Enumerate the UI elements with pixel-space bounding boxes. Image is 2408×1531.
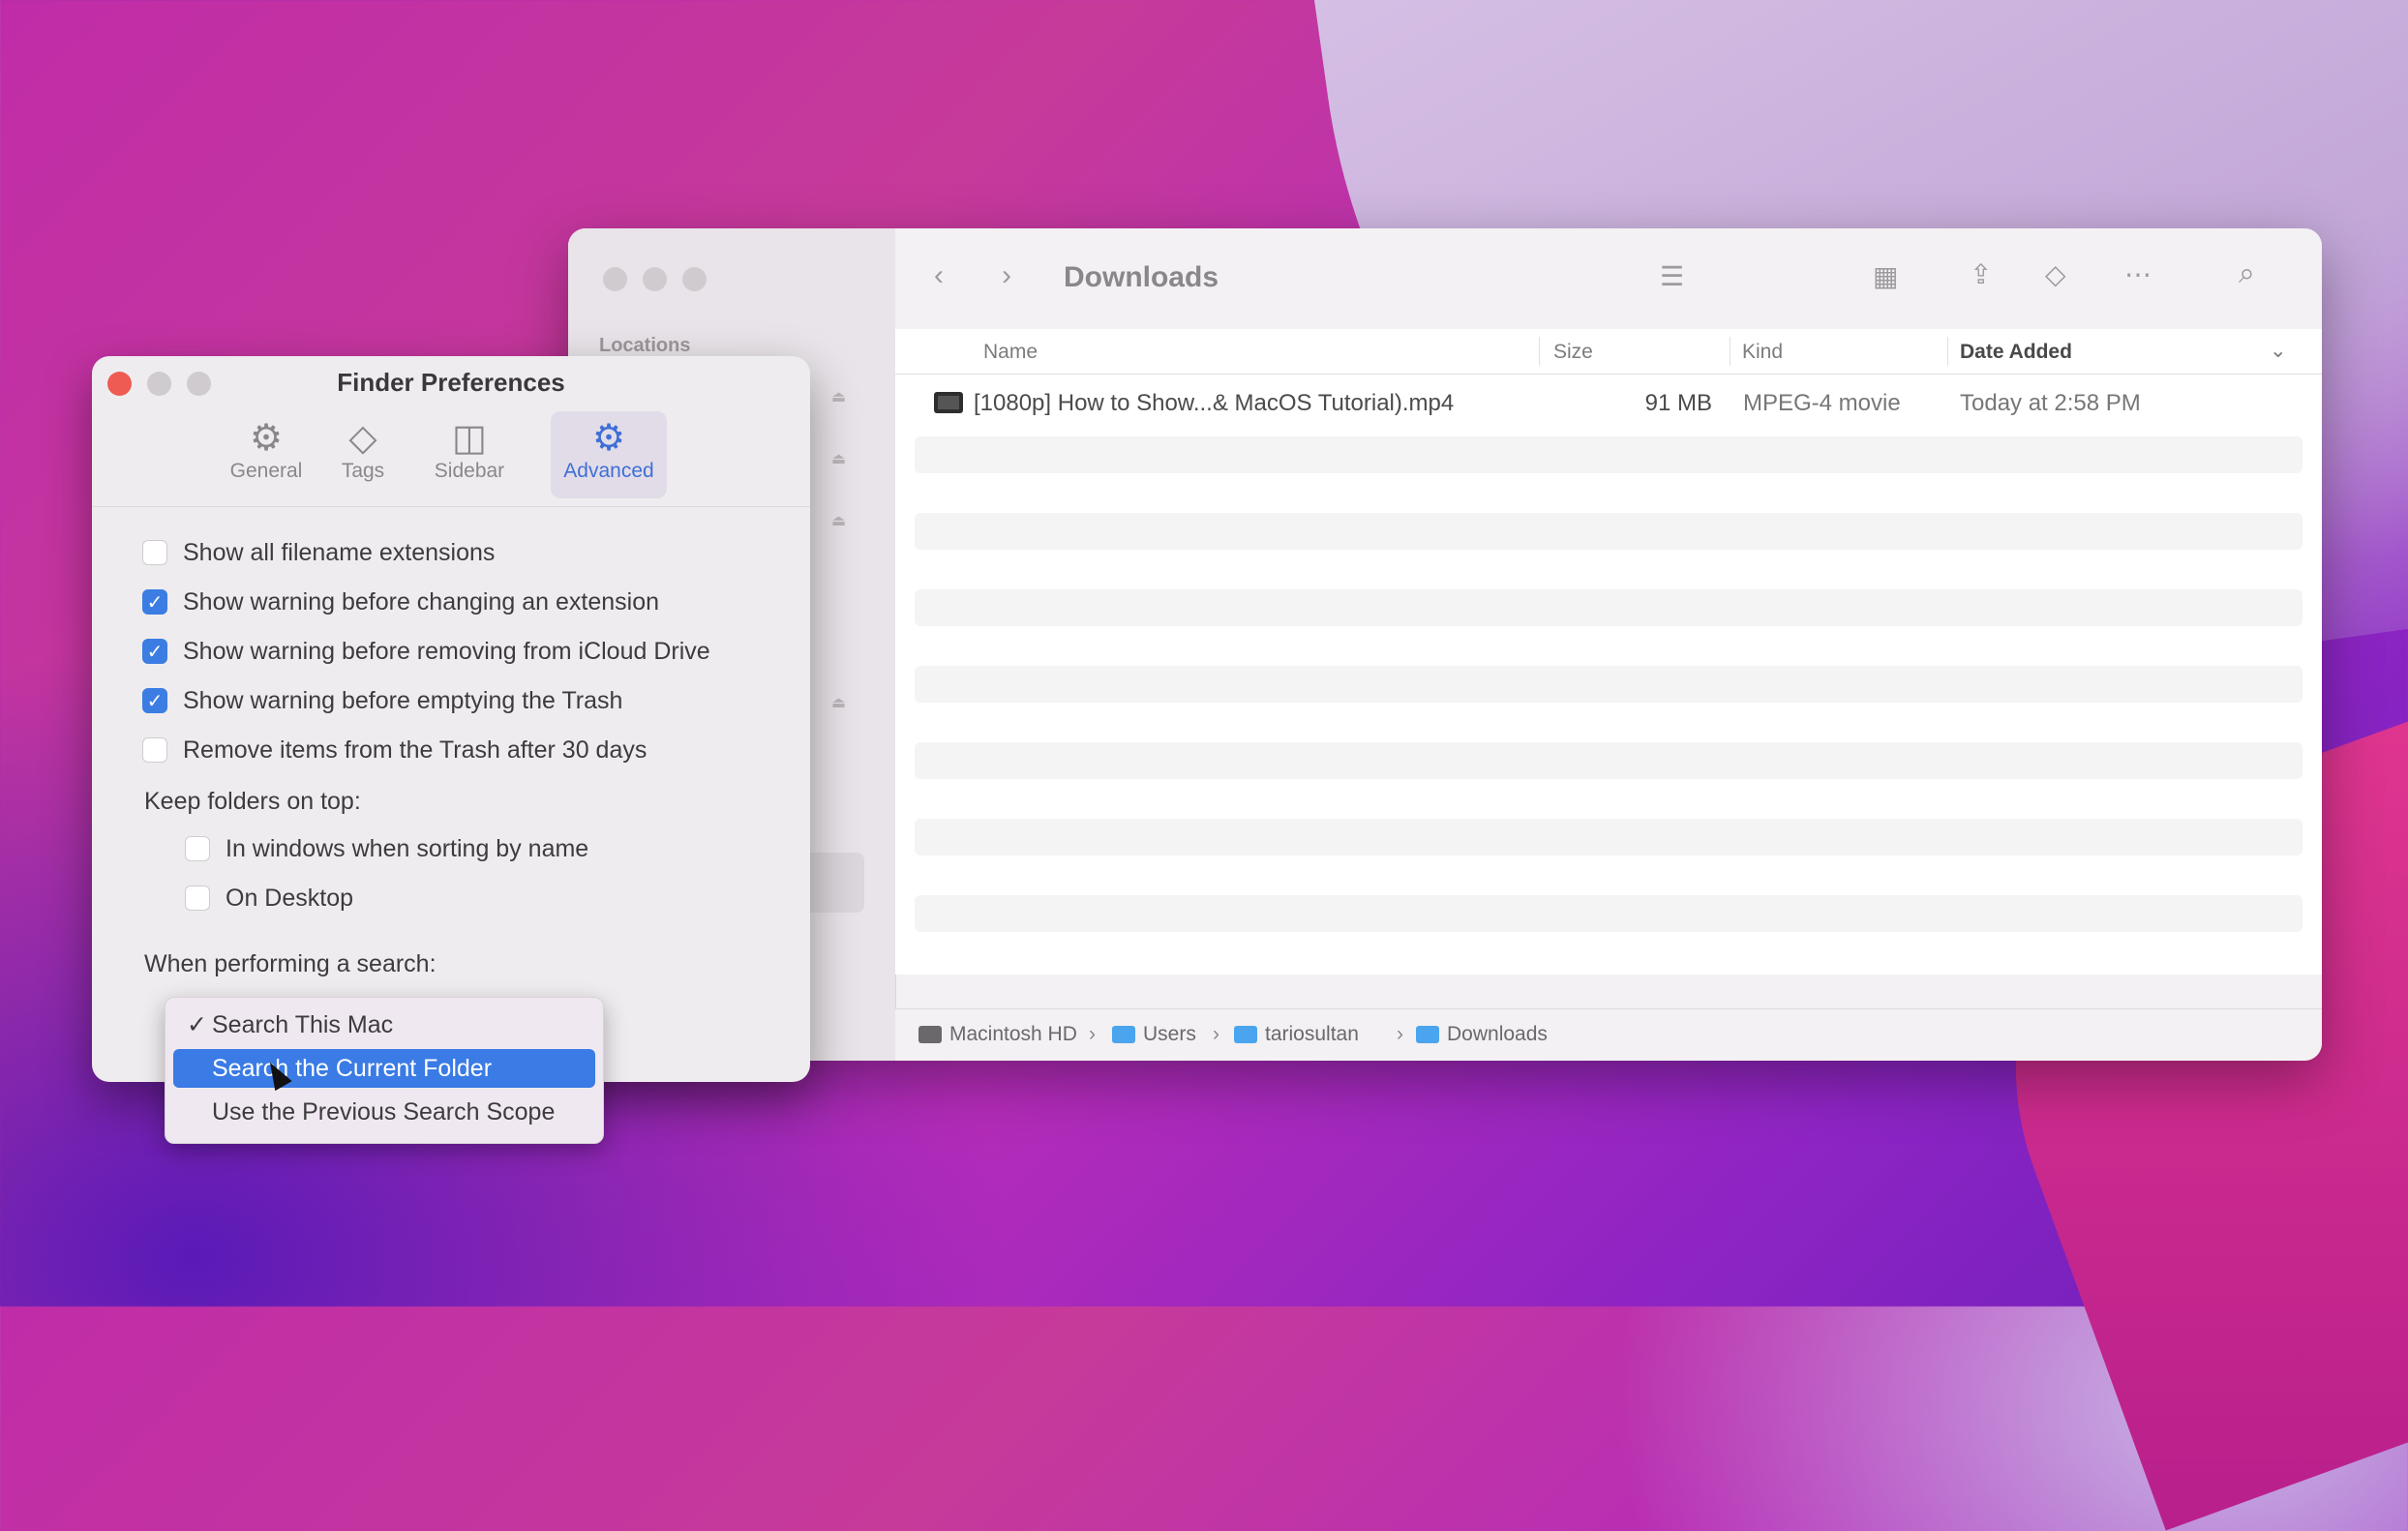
search-scope-label: When performing a search: [144,950,436,977]
checkbox[interactable] [142,737,167,763]
finder-toolbar: ‹ › Downloads ☰ ▦ ⇪ ◇ ⋯ ⌕ [895,228,2322,330]
column-date-added[interactable]: Date Added [1960,341,2072,364]
column-divider [1947,337,1948,366]
option-show-extensions[interactable]: Show all filename extensions [142,536,495,569]
option-warn-change-extension[interactable]: ✓ Show warning before changing an extens… [142,585,659,618]
checkmark-icon: ✓ [187,1011,207,1038]
sidebar-heading-locations: Locations [599,335,691,356]
sidebar-icon: ◫ [452,418,487,459]
path-item-macintosh-hd[interactable]: Macintosh HD [918,1023,1077,1046]
column-kind[interactable]: Kind [1742,341,1783,364]
eject-icon[interactable]: ⏏ [831,693,851,711]
path-separator: › [1397,1023,1403,1045]
column-divider [1730,337,1731,366]
share-icon[interactable]: ⇪ [1970,261,1992,288]
path-separator: › [1213,1023,1219,1045]
disk-icon [918,1026,942,1043]
empty-row [915,436,2303,473]
tab-general[interactable]: ⚙ General [208,411,324,498]
window-controls [603,267,707,291]
column-name[interactable]: Name [983,341,1038,364]
checkbox[interactable] [185,886,210,911]
file-name: [1080p] How to Show...& MacOS Tutorial).… [974,390,1455,416]
zoom-button[interactable] [682,267,707,291]
more-actions-icon[interactable]: ⋯ [2124,261,2152,288]
path-bar: Macintosh HD › Users › tariosultan › Dow… [895,1008,2322,1061]
file-date: Today at 2:58 PM [1960,390,2141,416]
close-button[interactable] [603,267,627,291]
path-item-downloads[interactable]: Downloads [1416,1023,1548,1046]
finder-preferences-window: Finder Preferences ⚙ General ◇ Tags ◫ Si… [92,356,810,1082]
folder-icon [1112,1026,1135,1043]
search-scope-menu: ✓ Search This Mac Search the Current Fol… [165,997,604,1144]
option-remove-trash-30[interactable]: Remove items from the Trash after 30 day… [142,734,647,766]
prefs-title: Finder Preferences [337,368,565,397]
empty-row [915,513,2303,550]
empty-row [915,742,2303,779]
tab-advanced[interactable]: ⚙ Advanced [551,411,667,498]
path-separator: › [1089,1023,1096,1045]
checkbox-checked[interactable]: ✓ [142,688,167,713]
eject-icon[interactable]: ⏏ [831,511,851,529]
path-item-tariosultan[interactable]: tariosultan [1234,1023,1359,1046]
finder-window: Locations ⏏ ⏏ ⏏ ⏏ ‹ › Downloads ☰ ▦ ⇪ ◇ … [568,228,2322,1061]
forward-chevron-icon[interactable]: › [1002,261,1011,290]
search-icon[interactable]: ⌕ [2239,259,2255,288]
tag-icon[interactable]: ◇ [2045,261,2066,288]
tab-sidebar[interactable]: ◫ Sidebar [421,411,518,498]
path-item-users[interactable]: Users [1112,1023,1196,1046]
option-folders-desktop[interactable]: On Desktop [185,882,353,915]
back-chevron-icon[interactable]: ‹ [934,261,944,290]
list-view-icon[interactable]: ☰ [1660,263,1684,290]
column-divider [1539,337,1540,366]
minimize-button[interactable] [643,267,667,291]
column-header: Name Size Kind Date Added ⌄ [895,329,2322,375]
eject-icon[interactable]: ⏏ [831,449,851,467]
checkbox-checked[interactable]: ✓ [142,639,167,664]
menu-item-search-this-mac[interactable]: ✓ Search This Mac [173,1006,595,1044]
checkbox[interactable] [185,836,210,861]
file-size: 91 MB [1644,390,1712,416]
menu-item-search-current-folder[interactable]: Search the Current Folder [173,1049,595,1088]
option-folders-windows[interactable]: In windows when sorting by name [185,832,588,865]
gears-icon: ⚙ [591,418,626,459]
eject-icon[interactable]: ⏏ [831,387,851,405]
empty-row [915,895,2303,932]
keep-folders-label: Keep folders on top: [144,788,361,815]
checkbox[interactable] [142,540,167,565]
file-list: [1080p] How to Show...& MacOS Tutorial).… [895,375,2322,975]
option-warn-empty-trash[interactable]: ✓ Show warning before emptying the Trash [142,684,622,717]
file-row[interactable]: [1080p] How to Show...& MacOS Tutorial).… [895,384,2322,423]
option-warn-icloud[interactable]: ✓ Show warning before removing from iClo… [142,635,710,668]
folder-icon [1234,1026,1257,1043]
menu-item-previous-scope[interactable]: Use the Previous Search Scope [173,1093,595,1131]
movie-file-icon [934,392,963,413]
group-icon[interactable]: ▦ [1873,263,1898,290]
empty-row [915,819,2303,856]
gear-icon: ⚙ [249,418,284,459]
chevron-down-icon[interactable]: ⌄ [2270,339,2287,363]
folder-icon [1416,1026,1439,1043]
column-size[interactable]: Size [1553,341,1593,364]
tag-icon: ◇ [348,418,377,459]
checkbox-checked[interactable]: ✓ [142,589,167,615]
file-kind: MPEG-4 movie [1743,390,1901,416]
prefs-tab-bar: ⚙ General ◇ Tags ◫ Sidebar ⚙ Advanced [92,409,810,507]
empty-row [915,666,2303,703]
window-title: Downloads [1064,261,1219,293]
tab-tags[interactable]: ◇ Tags [315,411,411,498]
empty-row [915,589,2303,626]
